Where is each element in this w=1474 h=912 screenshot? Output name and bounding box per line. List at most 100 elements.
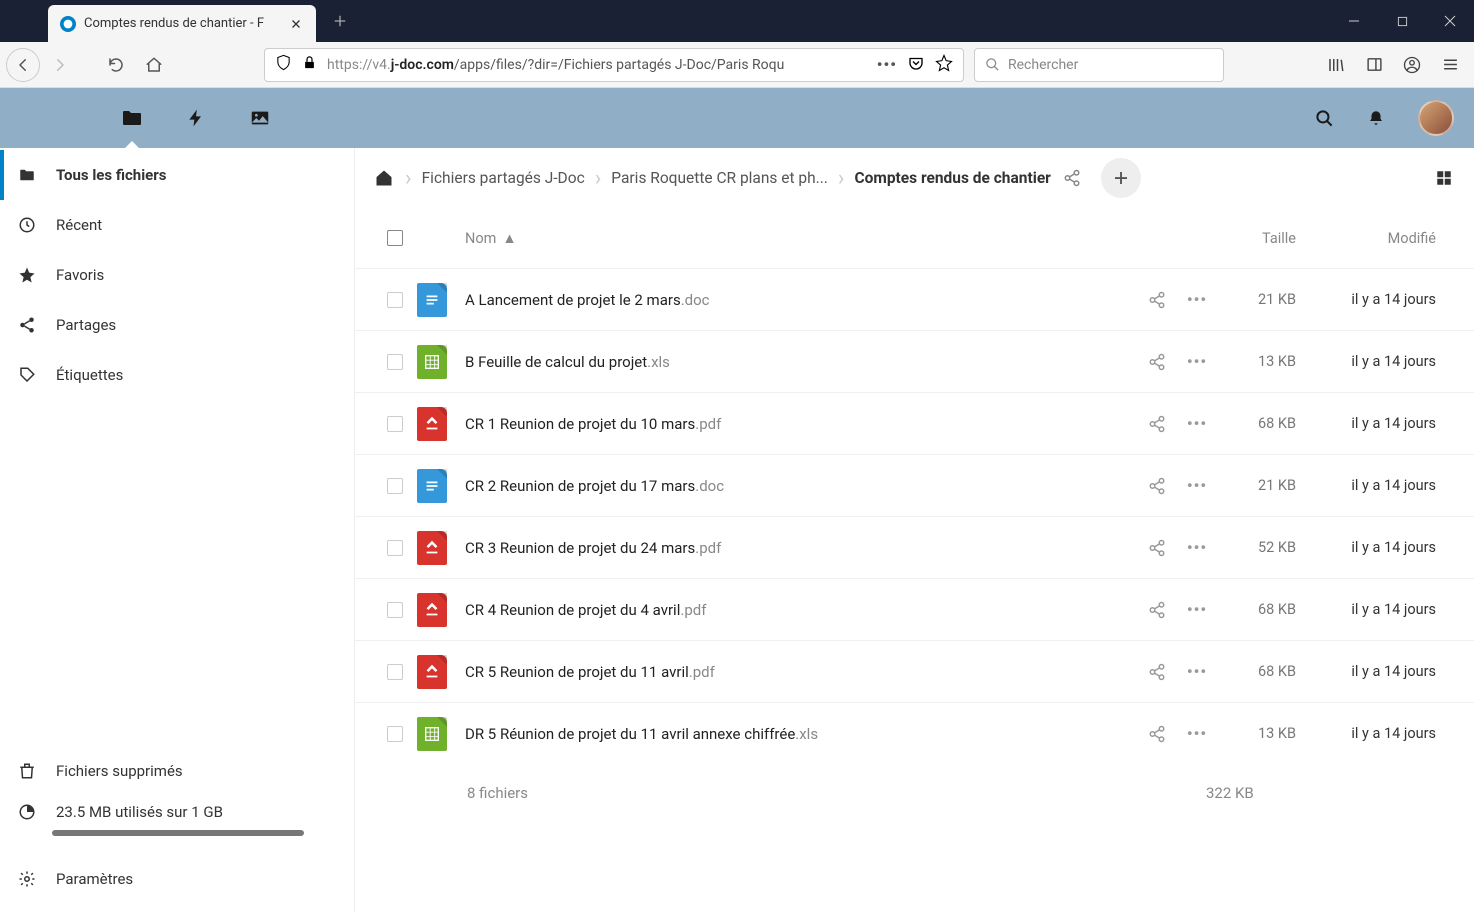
app-activity-icon[interactable] bbox=[184, 106, 208, 130]
controls-bar: › Fichiers partagés J-Doc › Paris Roquet… bbox=[355, 148, 1474, 208]
file-name[interactable]: CR 3 Reunion de projet du 24 mars.pdf bbox=[465, 539, 721, 557]
pocket-icon[interactable] bbox=[907, 54, 925, 76]
lock-icon[interactable] bbox=[302, 55, 317, 74]
sidebar-item-folder[interactable]: Tous les fichiers bbox=[0, 150, 354, 200]
home-button[interactable] bbox=[136, 47, 172, 83]
row-more-icon[interactable]: ••• bbox=[1188, 415, 1206, 433]
row-more-icon[interactable]: ••• bbox=[1188, 601, 1206, 619]
sidebar-item-label: Récent bbox=[56, 216, 102, 234]
column-name-header[interactable]: Nom▲ bbox=[465, 230, 1096, 247]
app-files-icon[interactable] bbox=[120, 106, 144, 130]
tab-close-icon[interactable] bbox=[288, 16, 304, 32]
window-close[interactable] bbox=[1426, 0, 1474, 42]
browser-toolbar: https://v4.j-doc.com/apps/files/?dir=/Fi… bbox=[0, 42, 1474, 88]
file-size: 68 KB bbox=[1206, 415, 1296, 432]
window-maximize[interactable] bbox=[1378, 0, 1426, 42]
shield-icon[interactable] bbox=[275, 54, 292, 75]
file-row[interactable]: CR 5 Reunion de projet du 11 avril.pdf ••… bbox=[355, 640, 1474, 702]
column-size-header[interactable]: Taille bbox=[1206, 230, 1296, 247]
notifications-icon[interactable] bbox=[1366, 108, 1386, 128]
add-button[interactable] bbox=[1101, 158, 1141, 198]
file-row[interactable]: CR 3 Reunion de projet du 24 mars.pdf •••… bbox=[355, 516, 1474, 578]
row-share-icon[interactable] bbox=[1148, 477, 1166, 495]
file-name[interactable]: CR 1 Reunion de projet du 10 mars.pdf bbox=[465, 415, 721, 433]
sidebar-trash[interactable]: Fichiers supprimés bbox=[0, 748, 354, 794]
sidebar-quota-label: 23.5 MB utilisés sur 1 GB bbox=[56, 803, 223, 821]
nav-back-button[interactable] bbox=[6, 48, 40, 82]
row-more-icon[interactable]: ••• bbox=[1188, 725, 1206, 743]
file-date: il y a 14 jours bbox=[1296, 415, 1456, 432]
row-share-icon[interactable] bbox=[1148, 539, 1166, 557]
sidebar-item-label: Favoris bbox=[56, 266, 104, 284]
breadcrumb-share-icon[interactable] bbox=[1063, 169, 1081, 187]
sidebar-item-clock[interactable]: Récent bbox=[0, 200, 354, 250]
row-checkbox[interactable] bbox=[387, 602, 403, 618]
row-checkbox[interactable] bbox=[387, 478, 403, 494]
browser-titlebar: Comptes rendus de chantier - F bbox=[0, 0, 1474, 42]
file-row[interactable]: CR 1 Reunion de projet du 10 mars.pdf •••… bbox=[355, 392, 1474, 454]
nav-forward-button[interactable] bbox=[42, 47, 78, 83]
page-actions-icon[interactable]: ••• bbox=[877, 55, 897, 74]
file-row[interactable]: DR 5 Réunion de projet du 11 avril annex… bbox=[355, 702, 1474, 764]
sidebar-item-share[interactable]: Partages bbox=[0, 300, 354, 350]
row-share-icon[interactable] bbox=[1148, 663, 1166, 681]
menu-icon[interactable] bbox=[1432, 47, 1468, 83]
file-row[interactable]: CR 4 Reunion de projet du 4 avril.pdf •••… bbox=[355, 578, 1474, 640]
row-checkbox[interactable] bbox=[387, 540, 403, 556]
url-bar[interactable]: https://v4.j-doc.com/apps/files/?dir=/Fi… bbox=[264, 48, 964, 82]
row-more-icon[interactable]: ••• bbox=[1188, 353, 1206, 371]
file-row[interactable]: A Lancement de projet le 2 mars.doc•••21… bbox=[355, 268, 1474, 330]
app-header bbox=[0, 88, 1474, 148]
account-icon[interactable] bbox=[1394, 47, 1430, 83]
row-more-icon[interactable]: ••• bbox=[1188, 663, 1206, 681]
breadcrumb-item-1[interactable]: Paris Roquette CR plans et ph... bbox=[611, 169, 828, 187]
sidebar-icon[interactable] bbox=[1356, 47, 1392, 83]
new-tab-button[interactable] bbox=[324, 5, 356, 37]
reload-button[interactable] bbox=[98, 47, 134, 83]
header-search-icon[interactable] bbox=[1314, 108, 1334, 128]
breadcrumb-item-0[interactable]: Fichiers partagés J-Doc bbox=[422, 169, 585, 187]
row-share-icon[interactable] bbox=[1148, 291, 1166, 309]
file-row[interactable]: CR 2 Reunion de projet du 17 mars.doc •••… bbox=[355, 454, 1474, 516]
row-checkbox[interactable] bbox=[387, 416, 403, 432]
window-controls bbox=[1330, 0, 1474, 42]
row-more-icon[interactable]: ••• bbox=[1188, 477, 1206, 495]
select-all-checkbox[interactable] bbox=[387, 230, 403, 246]
file-date: il y a 14 jours bbox=[1296, 725, 1456, 742]
row-checkbox[interactable] bbox=[387, 664, 403, 680]
row-more-icon[interactable]: ••• bbox=[1188, 539, 1206, 557]
chevron-right-icon: › bbox=[838, 166, 845, 191]
row-share-icon[interactable] bbox=[1148, 725, 1166, 743]
file-name[interactable]: A Lancement de projet le 2 mars.doc bbox=[465, 291, 710, 309]
sidebar-settings[interactable]: Paramètres bbox=[0, 856, 354, 902]
file-size: 52 KB bbox=[1206, 539, 1296, 556]
view-toggle-icon[interactable] bbox=[1432, 166, 1456, 190]
row-more-icon[interactable]: ••• bbox=[1188, 291, 1206, 309]
bookmark-star-icon[interactable] bbox=[935, 54, 953, 76]
breadcrumb-item-2[interactable]: Comptes rendus de chantier bbox=[855, 169, 1051, 187]
app-gallery-icon[interactable] bbox=[248, 106, 272, 130]
row-share-icon[interactable] bbox=[1148, 353, 1166, 371]
library-icon[interactable] bbox=[1318, 47, 1354, 83]
column-modified-header[interactable]: Modifié bbox=[1296, 230, 1456, 247]
search-box[interactable]: Rechercher bbox=[974, 48, 1224, 82]
row-share-icon[interactable] bbox=[1148, 601, 1166, 619]
row-share-icon[interactable] bbox=[1148, 415, 1166, 433]
file-name[interactable]: CR 4 Reunion de projet du 4 avril.pdf bbox=[465, 601, 706, 619]
file-name[interactable]: B Feuille de calcul du projet.xls bbox=[465, 353, 670, 371]
file-type-pdf-icon bbox=[417, 655, 447, 689]
browser-tab[interactable]: Comptes rendus de chantier - F bbox=[48, 5, 316, 42]
row-checkbox[interactable] bbox=[387, 726, 403, 742]
file-row[interactable]: B Feuille de calcul du projet.xls•••13 K… bbox=[355, 330, 1474, 392]
file-date: il y a 14 jours bbox=[1296, 353, 1456, 370]
row-checkbox[interactable] bbox=[387, 292, 403, 308]
window-minimize[interactable] bbox=[1330, 0, 1378, 42]
sidebar-item-tag[interactable]: Étiquettes bbox=[0, 350, 354, 400]
file-name[interactable]: DR 5 Réunion de projet du 11 avril annex… bbox=[465, 725, 818, 743]
breadcrumb-home-icon[interactable] bbox=[373, 167, 395, 189]
user-avatar[interactable] bbox=[1418, 100, 1454, 136]
row-checkbox[interactable] bbox=[387, 354, 403, 370]
file-name[interactable]: CR 5 Reunion de projet du 11 avril.pdf bbox=[465, 663, 715, 681]
file-name[interactable]: CR 2 Reunion de projet du 17 mars.doc bbox=[465, 477, 724, 495]
sidebar-item-star[interactable]: Favoris bbox=[0, 250, 354, 300]
